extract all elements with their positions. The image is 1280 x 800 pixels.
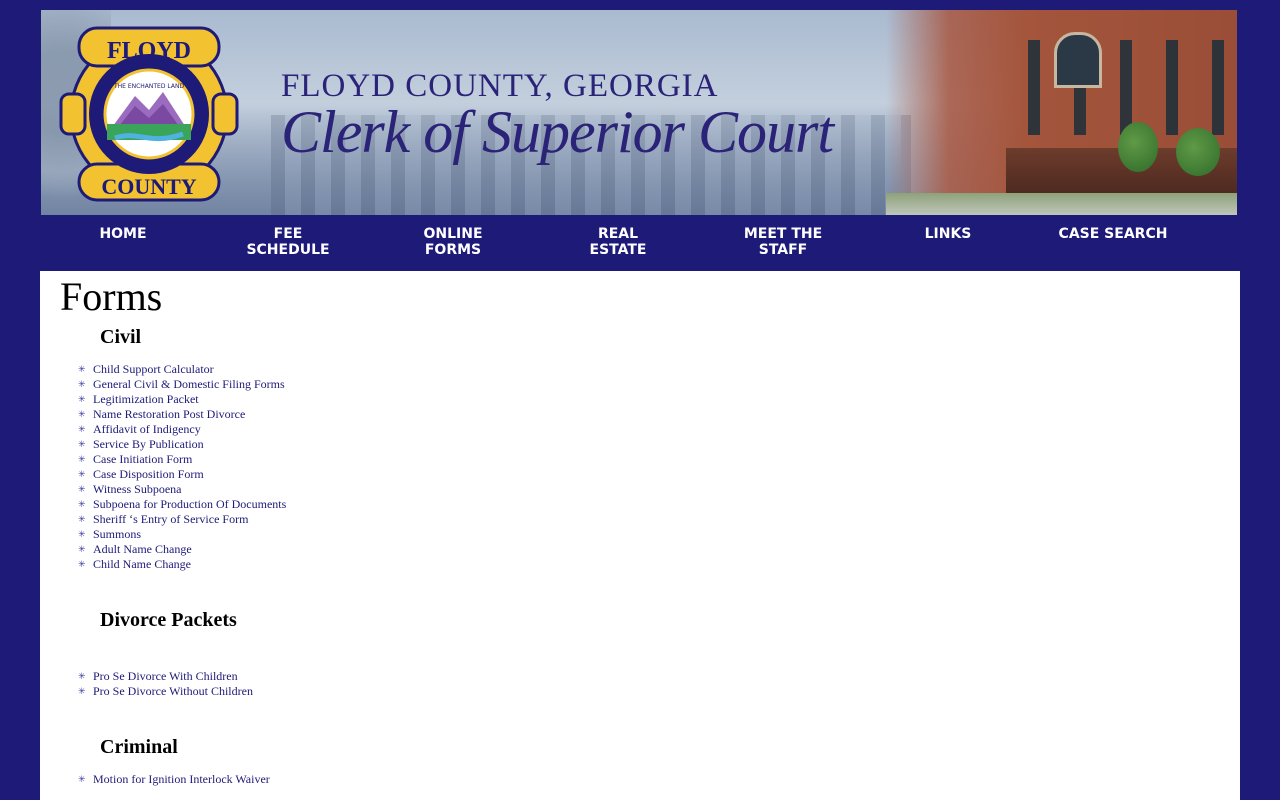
list-item: ✳ Pro Se Divorce Without Children bbox=[78, 684, 253, 699]
form-link[interactable]: Name Restoration Post Divorce bbox=[93, 407, 245, 421]
list-item: ✳ Name Restoration Post Divorce bbox=[78, 407, 286, 422]
form-link[interactable]: Motion for Ignition Interlock Waiver bbox=[93, 772, 270, 786]
bullet-icon: ✳ bbox=[78, 774, 86, 784]
list-item: ✳ Witness Subpoena bbox=[78, 482, 286, 497]
form-link[interactable]: Case Disposition Form bbox=[93, 467, 204, 481]
nav-online-forms[interactable]: ONLINE FORMS bbox=[383, 226, 523, 258]
bullet-icon: ✳ bbox=[78, 544, 86, 554]
nav-case-search[interactable]: CASE SEARCH bbox=[1043, 226, 1183, 242]
nav-links[interactable]: LINKS bbox=[878, 226, 1018, 242]
form-link[interactable]: Affidavit of Indigency bbox=[93, 422, 201, 436]
bullet-icon: ✳ bbox=[78, 439, 86, 449]
list-item: ✳ Child Name Change bbox=[78, 557, 286, 572]
nav-meet-the-staff[interactable]: MEET THE STAFF bbox=[713, 226, 853, 258]
bullet-icon: ✳ bbox=[78, 686, 86, 696]
nav-real-estate[interactable]: REAL ESTATE bbox=[548, 226, 688, 258]
divorce-packets-list: ✳ Pro Se Divorce With Children ✳ Pro Se Div… bbox=[78, 669, 253, 699]
bullet-icon: ✳ bbox=[78, 364, 86, 374]
seal-inner-text: THE ENCHANTED LAND bbox=[113, 83, 185, 90]
main-content: Forms Civil ✳ Child Support Calculator ✳ Ge… bbox=[40, 271, 1240, 800]
section-title-civil: Civil bbox=[100, 326, 142, 348]
section-title-divorce-packets: Divorce Packets bbox=[100, 609, 237, 631]
bullet-icon: ✳ bbox=[78, 409, 86, 419]
list-item: ✳ Pro Se Divorce With Children bbox=[78, 669, 253, 684]
form-link[interactable]: General Civil & Domestic Filing Forms bbox=[93, 377, 285, 391]
list-item: ✳ Motion for Ignition Interlock Waiver bbox=[78, 772, 270, 787]
form-link[interactable]: Witness Subpoena bbox=[93, 482, 182, 496]
criminal-forms-list: ✳ Motion for Ignition Interlock Waiver bbox=[78, 772, 270, 787]
list-item: ✳ Subpoena for Production Of Documents bbox=[78, 497, 286, 512]
list-item: ✳ Child Support Calculator bbox=[78, 362, 286, 377]
bullet-icon: ✳ bbox=[78, 559, 86, 569]
bullet-icon: ✳ bbox=[78, 529, 86, 539]
form-link[interactable]: Case Initiation Form bbox=[93, 452, 192, 466]
form-link[interactable]: Subpoena for Production Of Documents bbox=[93, 497, 286, 511]
list-item: ✳ Summons bbox=[78, 527, 286, 542]
bullet-icon: ✳ bbox=[78, 671, 86, 681]
bullet-icon: ✳ bbox=[78, 394, 86, 404]
list-item: ✳ Adult Name Change bbox=[78, 542, 286, 557]
list-item: ✳ Affidavit of Indigency bbox=[78, 422, 286, 437]
form-link[interactable]: Child Support Calculator bbox=[93, 362, 214, 376]
bullet-icon: ✳ bbox=[78, 379, 86, 389]
list-item: ✳ Service By Publication bbox=[78, 437, 286, 452]
bullet-icon: ✳ bbox=[78, 514, 86, 524]
list-item: ✳ Legitimization Packet bbox=[78, 392, 286, 407]
form-link[interactable]: Child Name Change bbox=[93, 557, 191, 571]
form-link[interactable]: Summons bbox=[93, 527, 141, 541]
floyd-county-seal-logo[interactable]: FLOYD COUNTY THE ENCHANTED LAND bbox=[59, 22, 239, 204]
form-link[interactable]: Legitimization Packet bbox=[93, 392, 199, 406]
form-link[interactable]: Adult Name Change bbox=[93, 542, 192, 556]
bullet-icon: ✳ bbox=[78, 454, 86, 464]
banner-title-clerk: Clerk of Superior Court bbox=[281, 99, 834, 165]
seal-text-bottom: COUNTY bbox=[101, 174, 196, 199]
list-item: ✳ General Civil & Domestic Filing Forms bbox=[78, 377, 286, 392]
nav-fee-schedule[interactable]: FEE SCHEDULE bbox=[218, 226, 358, 258]
bullet-icon: ✳ bbox=[78, 484, 86, 494]
form-link[interactable]: Pro Se Divorce With Children bbox=[93, 669, 238, 683]
main-nav: HOME FEE SCHEDULE ONLINE FORMS REAL ESTA… bbox=[40, 215, 1240, 271]
form-link[interactable]: Pro Se Divorce Without Children bbox=[93, 684, 253, 698]
list-item: ✳ Case Initiation Form bbox=[78, 452, 286, 467]
list-item: ✳ Sheriff ‘s Entry of Service Form bbox=[78, 512, 286, 527]
page-title: Forms bbox=[60, 274, 163, 319]
courthouse-photo bbox=[886, 10, 1237, 215]
header-banner: FLOYD COUNTY THE ENCHANTED LAND FLOYD CO… bbox=[41, 10, 1237, 215]
bullet-icon: ✳ bbox=[78, 499, 86, 509]
bullet-icon: ✳ bbox=[78, 424, 86, 434]
form-link[interactable]: Sheriff ‘s Entry of Service Form bbox=[93, 512, 248, 526]
bullet-icon: ✳ bbox=[78, 469, 86, 479]
nav-home[interactable]: HOME bbox=[53, 226, 193, 242]
form-link[interactable]: Service By Publication bbox=[93, 437, 204, 451]
section-title-criminal: Criminal bbox=[100, 736, 178, 758]
list-item: ✳ Case Disposition Form bbox=[78, 467, 286, 482]
page-wrapper: FLOYD COUNTY THE ENCHANTED LAND FLOYD CO… bbox=[40, 10, 1240, 800]
civil-forms-list: ✳ Child Support Calculator ✳ General Civil … bbox=[78, 362, 286, 572]
